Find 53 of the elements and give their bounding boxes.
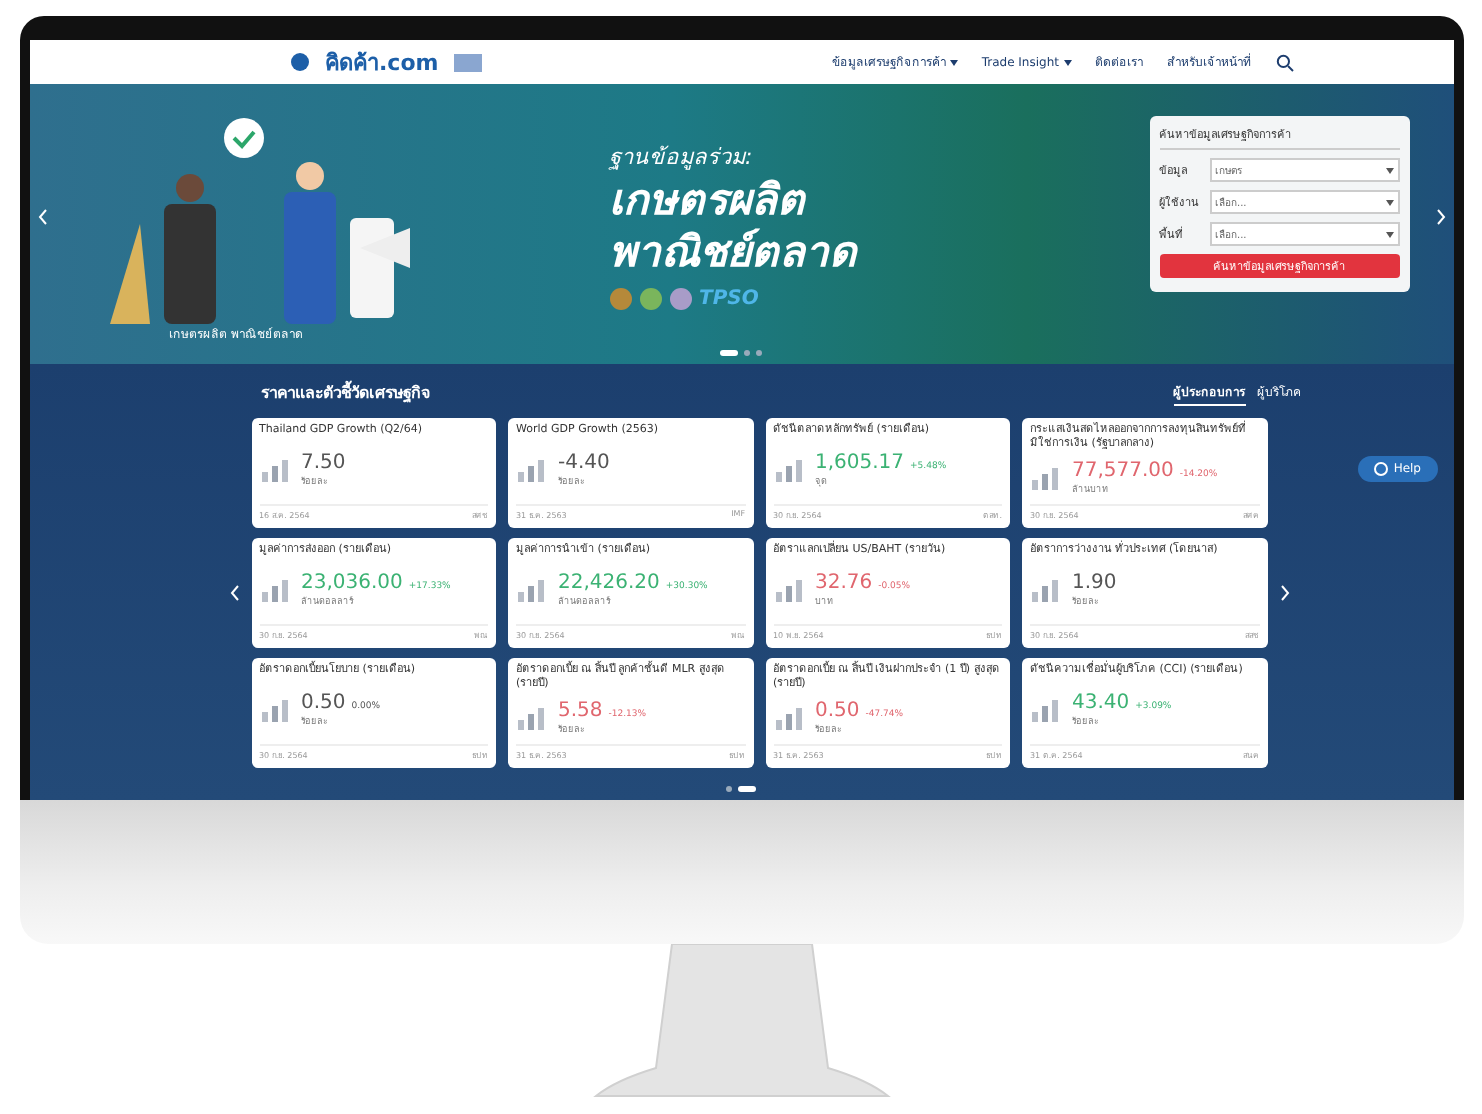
chart-icon	[516, 576, 548, 605]
indicator-value: 0.50	[301, 692, 346, 715]
slide-dot[interactable]	[756, 350, 762, 356]
next-slide-button[interactable]	[1435, 208, 1445, 226]
indicator-value: 5.58	[558, 699, 603, 722]
indicator-value: 0.50	[815, 699, 860, 722]
chart-icon	[773, 456, 805, 485]
indicator-value: -4.40	[558, 452, 610, 475]
banner-headline: เกษตรผลิต	[609, 178, 808, 225]
page-dot[interactable]	[726, 786, 732, 792]
chart-icon	[1030, 463, 1062, 492]
agency-logo-icon	[454, 53, 483, 71]
previous-slide-button[interactable]	[37, 208, 47, 226]
agency-seal-icon	[669, 287, 691, 310]
search-icon[interactable]	[1275, 53, 1293, 71]
previous-page-button[interactable]	[229, 584, 239, 602]
indicator-value: 22,426.20	[558, 572, 660, 595]
caret-icon	[949, 59, 958, 65]
chevron-right-icon	[1435, 208, 1445, 226]
banner-headline: พาณิชย์ตลาด	[609, 229, 860, 276]
partner-logo: TPSO	[699, 287, 759, 310]
chevron-left-icon	[229, 584, 239, 602]
indicator-value: 43.40	[1072, 692, 1130, 715]
indicator-value: 77,577.00	[1072, 459, 1174, 482]
chart-icon	[259, 696, 291, 725]
indicator-value: 1,605.17	[815, 452, 905, 475]
chart-icon	[1030, 696, 1062, 725]
site-logo[interactable]: คิดค้า.com	[325, 44, 439, 80]
chevron-right-icon	[1279, 584, 1289, 602]
chart-icon	[773, 703, 805, 732]
banner-eyebrow: ฐานข้อมูลร่วม:	[609, 142, 755, 175]
logo-icon	[289, 52, 309, 72]
chart-icon	[1030, 576, 1062, 605]
agency-seal-icon	[639, 287, 661, 310]
section-title: ราคาและตัวชี้วัดเศรษฐกิจ	[261, 380, 431, 406]
chart-icon	[259, 576, 291, 605]
caret-icon	[1385, 231, 1393, 237]
indicator-value: 23,036.00	[301, 572, 403, 595]
indicator-value: 1.90	[1072, 572, 1117, 595]
indicator-value: 32.76	[815, 572, 873, 595]
question-icon	[1373, 462, 1388, 476]
indicator-value: 7.50	[301, 452, 346, 475]
slide-dot[interactable]	[744, 350, 750, 356]
chart-icon	[773, 576, 805, 605]
chart-icon	[259, 456, 291, 485]
chart-icon	[516, 703, 548, 732]
caret-icon	[1385, 199, 1393, 205]
caret-icon	[1385, 167, 1393, 173]
next-page-button[interactable]	[1279, 584, 1289, 602]
chevron-left-icon	[37, 208, 47, 226]
agency-seal-icon	[609, 287, 631, 310]
chart-icon	[516, 456, 548, 485]
caret-icon	[1063, 59, 1071, 65]
